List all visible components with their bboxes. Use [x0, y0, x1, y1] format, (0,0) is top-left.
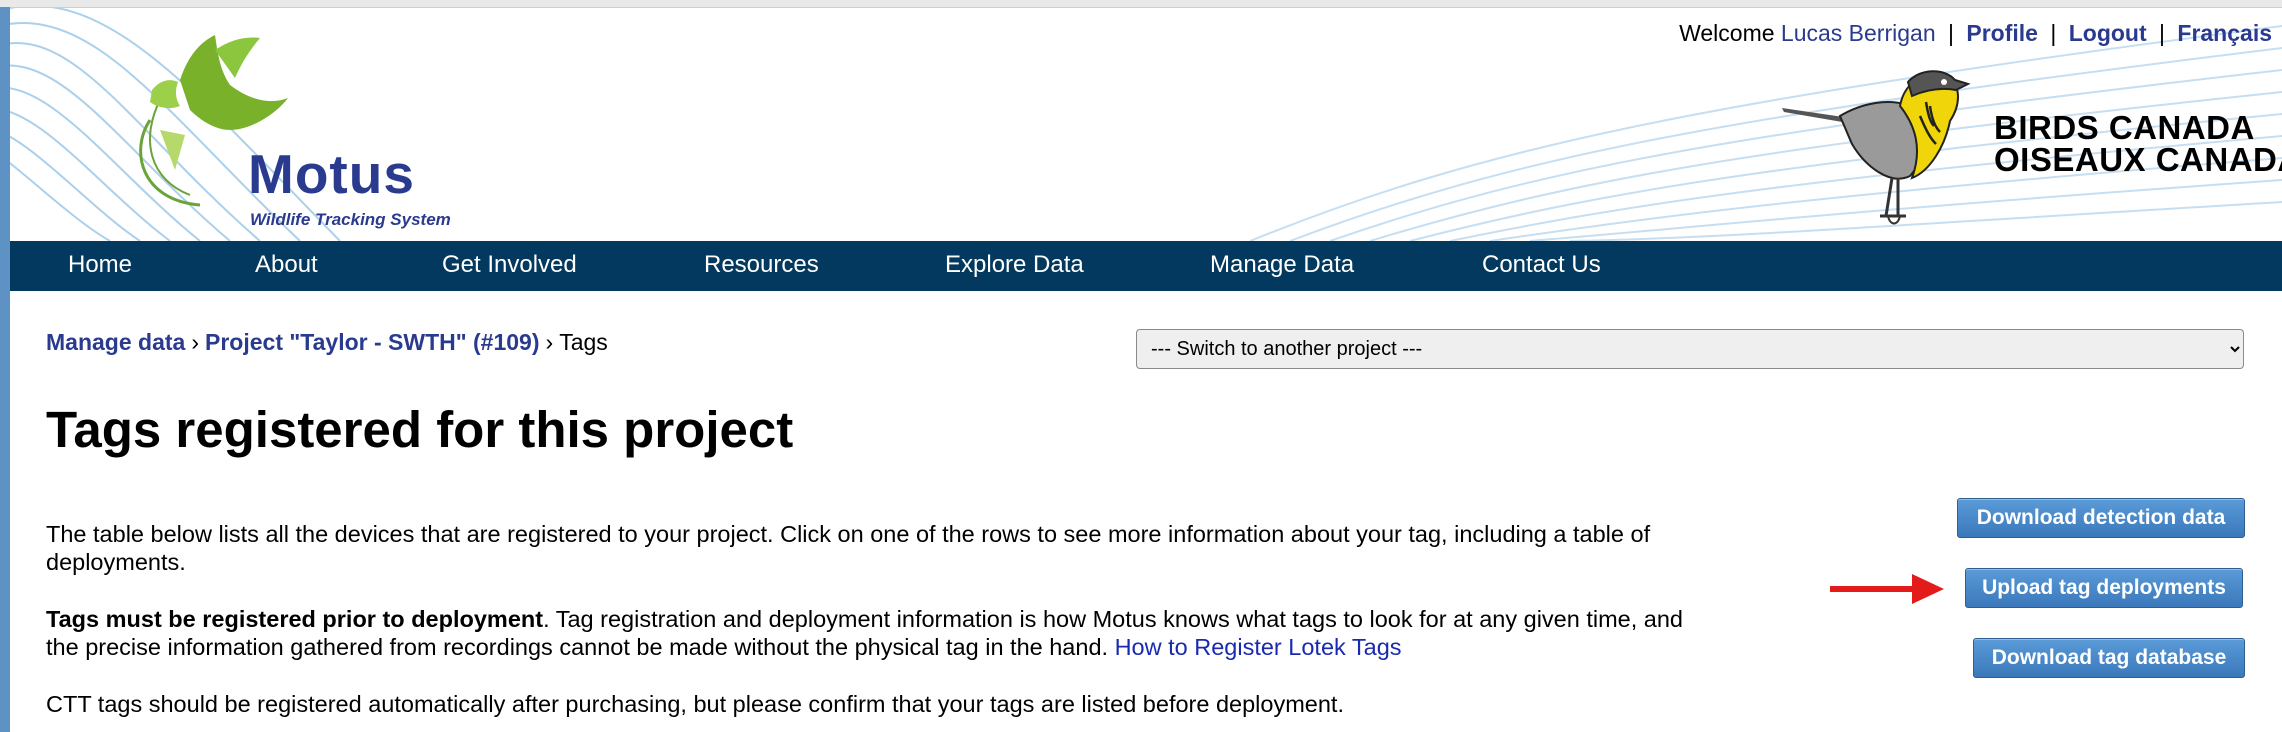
- breadcrumb-current: Tags: [559, 329, 608, 355]
- breadcrumb-manage-data[interactable]: Manage data: [46, 329, 185, 355]
- registration-emphasis: Tags must be registered prior to deploym…: [46, 606, 544, 632]
- birds-canada-wordmark: BIRDS CANADA OISEAUX CANADA: [1994, 109, 2282, 178]
- nav-item-explore-data[interactable]: Explore Data: [945, 251, 1084, 279]
- red-arrow-icon: [1830, 574, 1944, 604]
- site-header: Motus Wildlife Tracking System Welcome L…: [10, 8, 2282, 241]
- main-navigation: Home About Get Involved Resources Explor…: [10, 241, 2282, 291]
- motus-logo[interactable]: Motus Wildlife Tracking System: [120, 30, 451, 230]
- project-switcher-select[interactable]: --- Switch to another project ---: [1136, 329, 2244, 369]
- user-welcome-bar: Welcome Lucas Berrigan | Profile | Logou…: [1679, 20, 2272, 47]
- nav-item-home[interactable]: Home: [68, 251, 132, 279]
- nav-item-about[interactable]: About: [255, 251, 318, 279]
- ctt-note-paragraph: CTT tags should be registered automatica…: [46, 691, 1344, 717]
- nav-item-resources[interactable]: Resources: [704, 251, 819, 279]
- warbler-icon: [1782, 70, 1971, 225]
- nav-item-manage-data[interactable]: Manage Data: [1210, 251, 1354, 279]
- breadcrumb-project[interactable]: Project "Taylor - SWTH" (#109): [205, 329, 540, 355]
- motus-tagline: Wildlife Tracking System: [250, 210, 451, 229]
- breadcrumb-separator: ›: [191, 329, 199, 355]
- breadcrumb-separator: ›: [545, 329, 554, 355]
- browser-top-edge: [0, 0, 2282, 8]
- welcome-label: Welcome: [1679, 20, 1775, 46]
- page-title: Tags registered for this project: [46, 401, 794, 458]
- motus-wordmark: Motus: [248, 143, 415, 205]
- separator: |: [2050, 20, 2057, 46]
- upload-tag-deployments-button[interactable]: Upload tag deployments: [1965, 568, 2243, 608]
- registration-paragraph: Tags must be registered prior to deploym…: [46, 605, 1696, 661]
- language-link[interactable]: Français: [2177, 20, 2272, 46]
- nav-item-get-involved[interactable]: Get Involved: [442, 251, 577, 279]
- separator: |: [2159, 20, 2165, 46]
- user-name-link[interactable]: Lucas Berrigan: [1781, 20, 1936, 46]
- partner-line-1: BIRDS CANADA: [1994, 109, 2255, 146]
- birds-canada-logo[interactable]: BIRDS CANADA OISEAUX CANADA: [1780, 66, 2282, 236]
- download-detection-data-button[interactable]: Download detection data: [1957, 498, 2245, 538]
- lotek-help-link[interactable]: How to Register Lotek Tags: [1115, 634, 1402, 660]
- separator: |: [1948, 20, 1954, 46]
- profile-link[interactable]: Profile: [1966, 20, 2038, 46]
- breadcrumb: Manage data › Project "Taylor - SWTH" (#10…: [46, 329, 608, 356]
- download-tag-database-button[interactable]: Download tag database: [1973, 638, 2245, 678]
- partner-line-2: OISEAUX CANADA: [1994, 141, 2282, 178]
- logout-link[interactable]: Logout: [2069, 20, 2147, 46]
- page-left-accent-bar: [0, 7, 10, 732]
- nav-item-contact-us[interactable]: Contact Us: [1482, 251, 1601, 279]
- intro-paragraph: The table below lists all the devices th…: [46, 521, 1651, 575]
